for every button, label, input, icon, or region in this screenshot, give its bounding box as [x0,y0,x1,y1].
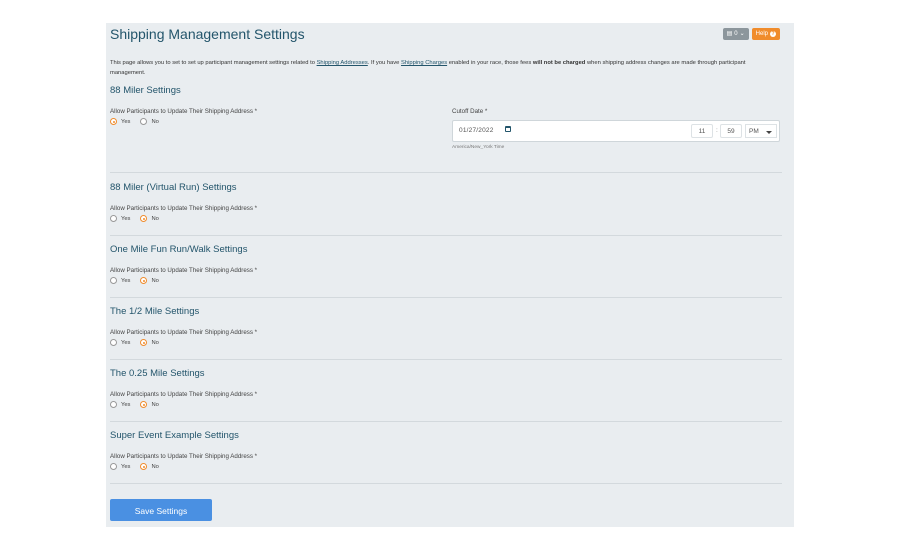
minute-input[interactable]: 59 [720,124,742,138]
radio-label: Yes [121,118,131,125]
section-title: The 0.25 Mile Settings [110,368,205,379]
radio-circle-icon [140,463,148,470]
top-widgets: ▤ 0 ⌄ Help ? [722,28,780,40]
radio-label: Yes [121,215,131,222]
section-title: One Mile Fun Run/Walk Settings [110,244,248,255]
section-quarter-mile: The 0.25 Mile Settings Allow Participant… [110,368,782,418]
counter-button[interactable]: ▤ 0 ⌄ [722,28,749,40]
radio-yes[interactable]: Yes [110,463,130,470]
section-one-mile: One Mile Fun Run/Walk Settings Allow Par… [110,244,782,294]
radio-circle-icon [110,215,117,222]
shipping-addresses-link[interactable]: Shipping Addresses [317,60,368,66]
section-title: The 1/2 Mile Settings [110,306,200,317]
radio-yes[interactable]: Yes [110,339,130,346]
intro-text: This page allows you to set to set up pa… [110,58,780,78]
radio-no[interactable]: No [140,215,159,222]
radio-group: Yes No [110,118,159,125]
field-label: Allow Participants to Update Their Shipp… [110,267,258,274]
save-settings-button[interactable]: Save Settings [110,499,212,521]
radio-group: Yes No [110,339,159,346]
radio-label: Yes [121,277,131,284]
radio-circle-icon [140,118,148,125]
radio-label: No [151,118,159,125]
radio-label: Yes [121,339,131,346]
radio-circle-icon [140,277,148,284]
radio-group: Yes No [110,215,159,222]
radio-circle-icon [140,215,148,222]
radio-circle-icon [110,463,117,470]
field-label: Allow Participants to Update Their Shipp… [110,329,258,336]
intro-bold-text: will not be charged [532,60,586,66]
divider [110,359,782,360]
ampm-select[interactable]: PM [745,124,777,138]
radio-circle-icon [110,118,117,125]
intro-text-part: This page allows you to set to set up pa… [110,60,317,66]
divider [110,172,782,173]
settings-panel: Shipping Management Settings ▤ 0 ⌄ Help … [106,23,794,527]
calendar-icon: ▤ [726,31,733,37]
calendar-icon[interactable] [505,126,511,132]
help-label: Help [755,31,768,37]
radio-circle-icon [140,339,148,346]
field-label: Allow Participants to Update Their Shipp… [110,391,258,398]
section-title: 88 Miler Settings [110,85,181,96]
radio-circle-icon [110,277,117,284]
intro-text-part: enabled in your race, those fees [447,60,533,66]
date-input[interactable]: 01/27/2022 [459,127,494,134]
radio-group: Yes No [110,277,159,284]
radio-no[interactable]: No [140,463,159,470]
section-title: 88 Miler (Virtual Run) Settings [110,182,237,193]
section-title: Super Event Example Settings [110,430,239,441]
help-button[interactable]: Help ? [751,28,780,40]
ampm-value: PM [749,128,759,135]
radio-label: No [151,277,159,284]
field-label: Allow Participants to Update Their Shipp… [110,108,258,115]
radio-circle-icon [110,339,117,346]
question-icon: ? [770,31,776,37]
radio-yes[interactable]: Yes [110,118,130,125]
caret-down-icon [766,131,772,134]
divider [110,235,782,236]
shipping-charges-link[interactable]: Shipping Charges [401,60,447,66]
radio-yes[interactable]: Yes [110,401,130,408]
radio-label: No [151,401,159,408]
radio-no[interactable]: No [140,277,159,284]
radio-group: Yes No [110,463,159,470]
section-half-mile: The 1/2 Mile Settings Allow Participants… [110,306,782,356]
section-super-event: Super Event Example Settings Allow Parti… [110,430,782,480]
intro-text-part: . If you have [367,60,402,66]
field-label: Allow Participants to Update Their Shipp… [110,453,258,460]
radio-label: Yes [121,401,131,408]
divider [110,421,782,422]
divider [110,297,782,298]
field-label: Allow Participants to Update Their Shipp… [110,205,258,212]
radio-circle-icon [140,401,148,408]
radio-circle-icon [110,401,117,408]
radio-label: No [151,339,159,346]
radio-yes[interactable]: Yes [110,215,130,222]
radio-label: No [151,463,159,470]
page-title: Shipping Management Settings [110,26,305,42]
hour-input[interactable]: 11 [691,124,713,138]
chevron-down-icon: ⌄ [739,31,745,37]
radio-no[interactable]: No [140,118,159,125]
radio-yes[interactable]: Yes [110,277,130,284]
time-separator: : [716,127,718,134]
cutoff-date-field: 01/27/2022 11 : 59 PM [452,120,780,142]
timezone-label: America/New_York Time [452,145,505,150]
radio-no[interactable]: No [140,401,159,408]
counter-value: 0 [734,31,738,37]
radio-group: Yes No [110,401,159,408]
radio-label: Yes [121,463,131,470]
section-88-miler-virtual: 88 Miler (Virtual Run) Settings Allow Pa… [110,182,782,232]
radio-no[interactable]: No [140,339,159,346]
divider [110,483,782,484]
cutoff-date-label: Cutoff Date * [452,108,488,115]
radio-label: No [151,215,159,222]
